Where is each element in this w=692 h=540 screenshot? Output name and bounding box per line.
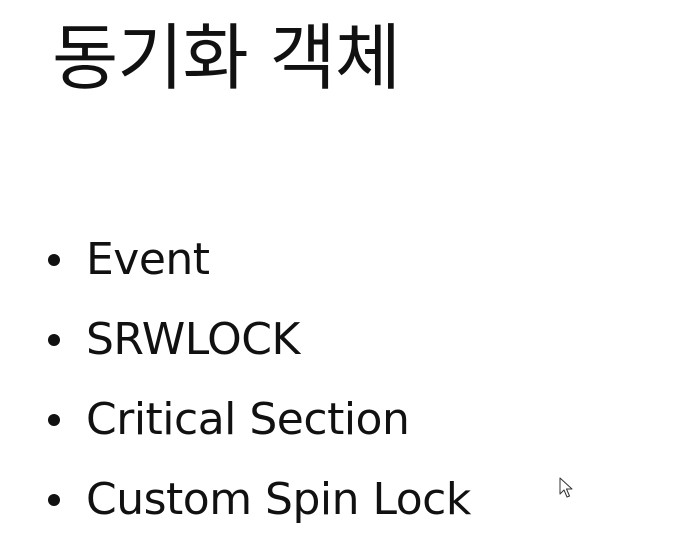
- bullet-dot-icon: [48, 254, 60, 266]
- presentation-slide: 동기화 객체 Event SRWLOCK Critical Section Cu…: [0, 0, 692, 527]
- bullet-item-srwlock: SRWLOCK: [48, 300, 471, 380]
- bullet-text: Critical Section: [86, 394, 410, 445]
- bullet-text: SRWLOCK: [86, 314, 300, 365]
- bullet-item-critical-section: Critical Section: [48, 380, 471, 460]
- bullet-item-custom-spin-lock: Custom Spin Lock: [48, 460, 471, 540]
- bullet-dot-icon: [48, 494, 60, 506]
- bullet-list: Event SRWLOCK Critical Section Custom Sp…: [48, 220, 471, 540]
- bullet-text: Custom Spin Lock: [86, 474, 471, 525]
- bullet-text: Event: [86, 234, 210, 285]
- bullet-item-event: Event: [48, 220, 471, 300]
- bullet-dot-icon: [48, 334, 60, 346]
- bullet-dot-icon: [48, 414, 60, 426]
- slide-title: 동기화 객체: [52, 16, 401, 100]
- mouse-cursor-icon: [559, 477, 573, 498]
